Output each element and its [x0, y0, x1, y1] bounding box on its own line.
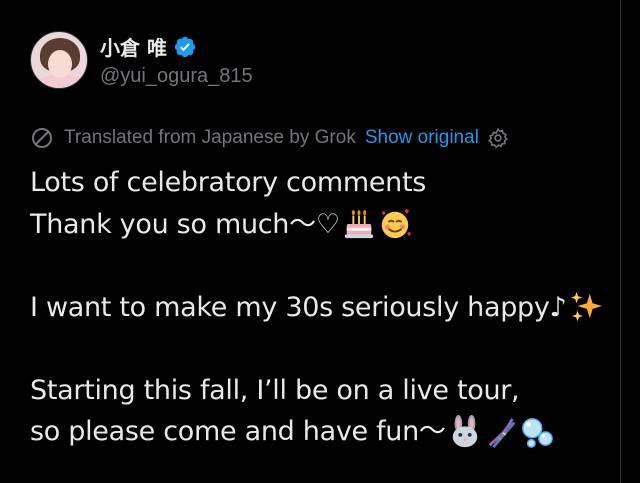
author-handle[interactable]: @yui_ogura_815 [100, 65, 253, 88]
post-line-3: I want to make my 30s seriously happy♪ [30, 287, 610, 329]
post-line-4-text: Starting this fall, I’ll be on a live to… [30, 374, 520, 406]
post-line-5: so please come and have fun〜 [30, 411, 610, 453]
post-text: Lots of celebratory comments Thank you s… [30, 162, 610, 453]
post-line-3-text: I want to make my 30s seriously happy♪ [30, 291, 567, 323]
author-avatar[interactable] [30, 31, 88, 89]
post-line-4: Starting this fall, I’ll be on a live to… [30, 370, 610, 412]
translate-globe-icon [32, 128, 52, 148]
author-display-name[interactable]: 小倉 唯 [100, 32, 167, 61]
author-names: 小倉 唯 @yui_ogura_815 [100, 33, 253, 88]
post-line-5-text: so please come and have fun〜 [30, 416, 446, 447]
smiling-face-with-hearts-emoji [378, 207, 412, 241]
show-original-link[interactable]: Show original [365, 127, 479, 149]
dna-emoji [484, 415, 518, 449]
rabbit-face-emoji [448, 414, 482, 449]
post-card: 小倉 唯 @yui_ogura_815 Translated from Japa… [0, 0, 640, 483]
post-line-2: Thank you so much〜♡ [30, 204, 610, 246]
translation-label: Translated from Japanese by Grok [64, 127, 356, 148]
sparkles-emoji [569, 290, 603, 324]
display-name-row: 小倉 唯 [100, 33, 253, 61]
column-divider [620, 0, 621, 483]
post-header: 小倉 唯 @yui_ogura_815 [30, 20, 253, 100]
birthday-cake-emoji [342, 207, 376, 241]
verified-badge-icon[interactable] [173, 35, 197, 59]
bubbles-emoji [520, 415, 554, 449]
post-line-1-text: Lots of celebratory comments [30, 167, 426, 198]
post-line-1: Lots of celebratory comments [30, 162, 610, 204]
translation-bar: Translated from Japanese by Grok Show or… [30, 126, 509, 150]
settings-gear-icon[interactable] [487, 127, 509, 149]
post-line-2-text: Thank you so much〜♡ [30, 208, 340, 240]
